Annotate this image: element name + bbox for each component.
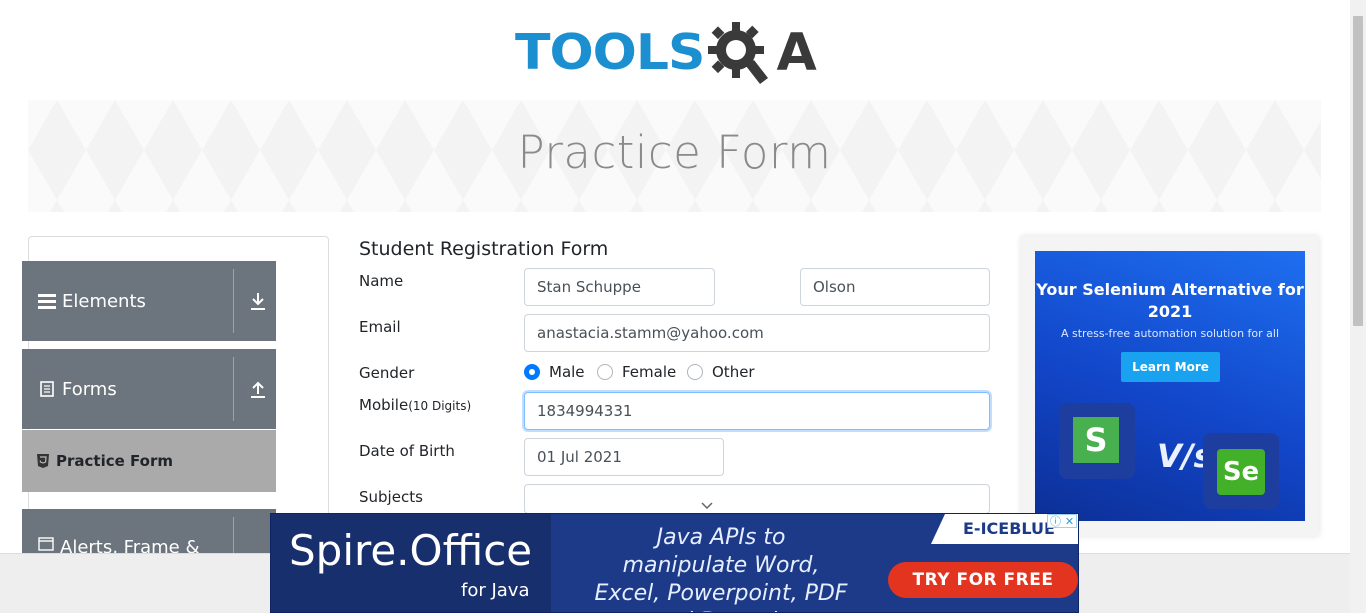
selenium-logo-icon: Se <box>1217 449 1265 495</box>
divider <box>233 269 234 333</box>
subjects-input[interactable] <box>524 484 990 514</box>
ad-brand-sub: for Java <box>461 580 530 601</box>
dob-label: Date of Birth <box>359 442 455 460</box>
katalon-tile: S <box>1059 403 1135 479</box>
sidebar-group-forms[interactable]: Forms <box>22 349 276 429</box>
logo-text-tools: TOOLS <box>515 24 705 82</box>
chevron-down-icon <box>701 502 713 510</box>
selenium-tile: Se <box>1203 433 1279 509</box>
download-arrow-icon <box>251 293 265 310</box>
page-title: Practice Form <box>517 126 832 179</box>
mobile-label: Mobile(10 Digits) <box>359 396 471 414</box>
email-label: Email <box>359 318 401 336</box>
hamburger-icon <box>38 294 56 309</box>
divider <box>233 357 234 421</box>
radio-checked-icon[interactable] <box>524 364 540 380</box>
gear-q-icon <box>708 22 769 84</box>
ad-selenium-alternative[interactable]: Your Selenium Alternative for 2021 A str… <box>1035 251 1305 521</box>
mobile-hint: (10 Digits) <box>408 399 472 413</box>
document-icon <box>40 381 54 397</box>
sidebar-group-alerts[interactable]: Alerts, Frame & <box>22 509 276 553</box>
learn-more-button[interactable]: Learn More <box>1121 352 1220 382</box>
form-title: Student Registration Form <box>359 238 609 260</box>
vertical-scrollbar[interactable] <box>1350 0 1366 613</box>
sidebar-item-label: Practice Form <box>56 452 173 470</box>
ad-spire-office[interactable]: Spire.Office for Java Java APIs to manip… <box>270 513 1079 613</box>
ad-tagline: Java APIs to manipulate Word, Excel, Pow… <box>594 525 848 612</box>
radio-label: Other <box>712 363 755 381</box>
gender-radio-female[interactable]: Female <box>597 363 676 381</box>
logo-text-a: A <box>776 23 817 83</box>
sidebar-item-practice-form[interactable]: Practice Form <box>22 430 276 492</box>
html5-icon <box>37 454 49 468</box>
gender-radio-other[interactable]: Other <box>687 363 755 381</box>
close-icon[interactable]: ✕ <box>1065 515 1074 528</box>
sidebar-group-elements[interactable]: Elements <box>22 261 276 341</box>
last-name-field[interactable]: Olson <box>800 268 990 306</box>
name-label: Name <box>359 272 404 290</box>
ad-controls[interactable]: ⓘ ✕ <box>1047 514 1077 528</box>
katalon-logo-icon: S <box>1073 417 1119 463</box>
gender-radio-male[interactable]: Male <box>524 363 585 381</box>
sidebar-group-label: Elements <box>62 290 146 312</box>
scrollbar-thumb[interactable] <box>1353 16 1363 326</box>
sidebar-group-label: Forms <box>62 378 117 400</box>
divider <box>233 517 234 553</box>
radio-label: Male <box>549 363 585 381</box>
upload-arrow-icon <box>251 381 265 398</box>
subjects-label: Subjects <box>359 488 423 506</box>
e-iceblue-logo: E-ICEBLUE <box>963 519 1055 538</box>
toolsqa-logo[interactable]: TOOLS A <box>515 14 845 92</box>
info-icon[interactable]: ⓘ <box>1050 513 1061 529</box>
ad-headline: Your Selenium Alternative for 2021 <box>1036 280 1304 321</box>
radio-unchecked-icon[interactable] <box>597 364 613 380</box>
mobile-label-text: Mobile <box>359 396 409 414</box>
ad-right-container: Your Selenium Alternative for 2021 A str… <box>1021 236 1319 536</box>
radio-label: Female <box>622 363 677 381</box>
gender-label: Gender <box>359 364 415 382</box>
date-of-birth-input[interactable]: 01 Jul 2021 <box>524 438 724 476</box>
radio-unchecked-icon[interactable] <box>687 364 703 380</box>
first-name-field[interactable]: Stan Schuppe <box>524 268 715 306</box>
ad-brand: Spire.Office <box>289 526 533 575</box>
mobile-field[interactable]: 1834994331 <box>524 392 990 430</box>
window-icon <box>38 537 54 551</box>
email-field[interactable]: anastacia.stamm@yahoo.com <box>524 314 990 352</box>
ad-subline: A stress-free automation solution for al… <box>1060 327 1280 340</box>
page-banner: Practice Form <box>28 100 1321 212</box>
sidebar-group-label: Alerts, Frame & <box>60 537 200 553</box>
try-for-free-button[interactable]: TRY FOR FREE <box>888 562 1078 598</box>
